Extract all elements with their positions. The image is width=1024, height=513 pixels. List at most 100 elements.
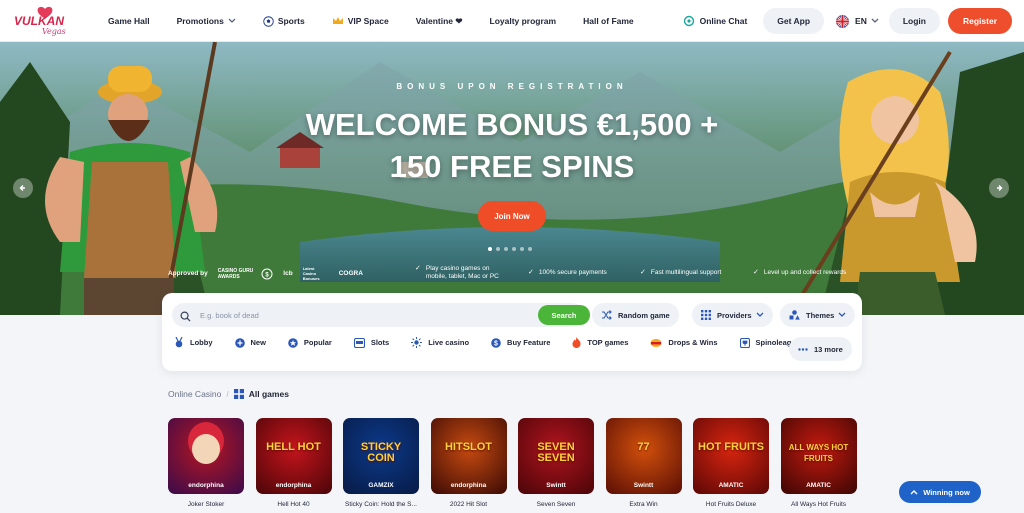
game-tile[interactable]: HITSLOT endorphina 2022 Hit Slot <box>430 418 507 508</box>
language-label: EN <box>855 16 867 26</box>
online-chat-link[interactable]: Online Chat <box>683 15 747 27</box>
providers-dropdown[interactable]: Providers <box>692 303 773 327</box>
game-provider-label: endorphina <box>188 482 224 489</box>
plus-circle-icon <box>234 337 245 348</box>
game-provider-label: GAMZIX <box>368 482 394 489</box>
casino-guru-award: CASINO GURU AWARDS <box>218 268 254 280</box>
nav-game-hall[interactable]: Game Hall <box>108 16 150 26</box>
game-title[interactable]: Joker Stoker <box>168 501 244 508</box>
carousel-dot[interactable] <box>512 247 516 251</box>
feature-rewards: ✓ Level up and collect rewards <box>753 269 846 277</box>
game-tile[interactable]: HELL HOT endorphina Hell Hot 40 <box>255 418 332 508</box>
random-game-button[interactable]: Random game <box>592 303 679 327</box>
game-tile[interactable]: STICKY COIN GAMZIX Sticky Coin: Hold the S… <box>343 418 419 508</box>
register-button[interactable]: Register <box>947 8 1012 34</box>
game-tile[interactable]: endorphina Joker Stoker <box>168 418 244 508</box>
game-thumbnail[interactable]: HELL HOT endorphina <box>255 418 332 494</box>
game-title[interactable]: Sticky Coin: Hold the S... <box>343 501 419 508</box>
category-new[interactable]: New <box>234 337 266 348</box>
category-popular[interactable]: Popular <box>288 337 332 348</box>
nav-promotions[interactable]: Promotions <box>177 16 236 26</box>
nav-label: Sports <box>277 16 305 26</box>
category-lobby[interactable]: Lobby <box>174 337 213 348</box>
arrow-right-icon <box>997 185 1003 191</box>
award-line1: CASINO GURU <box>217 267 254 274</box>
search-button[interactable]: Search <box>538 305 590 325</box>
live-icon <box>411 337 423 348</box>
feature-text: Fast multilingual support <box>650 269 722 276</box>
join-now-button[interactable]: Join Now <box>478 201 546 231</box>
breadcrumb: Online Casino / All games <box>168 389 289 399</box>
game-art-title: 77 <box>637 441 650 453</box>
game-thumbnail[interactable]: 77 Swintt <box>605 418 682 494</box>
check-icon: ✓ <box>528 269 534 276</box>
carousel-dot[interactable] <box>488 247 492 251</box>
all-games-label: All games <box>248 389 289 399</box>
lcb-badge: lcb <box>283 270 293 277</box>
game-thumbnail[interactable]: HOT FRUITS AMATIC <box>693 418 769 494</box>
hero-title-line2: 150 FREE SPINS <box>389 149 635 184</box>
chat-icon <box>683 15 695 27</box>
game-tile[interactable]: HOT FRUITS AMATIC Hot Fruits Deluxe <box>693 418 769 508</box>
game-tile[interactable]: SEVEN SEVEN Swintt Seven Seven <box>518 418 594 508</box>
category-top-games[interactable]: TOP games <box>572 337 628 348</box>
latest-casino-bonuses-badge: Latest Casino Bonuses <box>302 266 320 281</box>
more-categories-button[interactable]: 13 more <box>789 337 852 361</box>
carousel-dot[interactable] <box>528 247 532 251</box>
game-thumbnail[interactable]: ALL WAYS HOT FRUITS AMATIC <box>780 418 857 494</box>
category-drops-wins[interactable]: Drops & Wins <box>650 338 718 348</box>
game-thumbnail[interactable]: HITSLOT endorphina <box>430 418 507 494</box>
search-input[interactable] <box>200 303 500 327</box>
coin-icon: $ <box>491 337 501 348</box>
themes-dropdown[interactable]: Themes <box>780 303 856 327</box>
nav-sports[interactable]: Sports <box>263 15 305 27</box>
game-thumbnail[interactable]: STICKY COIN GAMZIX <box>343 418 419 494</box>
category-buy-feature[interactable]: $ Buy Feature <box>491 337 550 348</box>
game-tile[interactable]: 77 Swintt Extra Win <box>605 418 682 508</box>
nav-label: Promotions <box>176 16 224 26</box>
login-button[interactable]: Login <box>888 8 940 34</box>
carousel-dot[interactable] <box>496 247 500 251</box>
category-label: Lobby <box>190 338 213 347</box>
hero-subtitle: BONUS UPON REGISTRATION <box>396 82 628 91</box>
nav-hall-of-fame[interactable]: Hall of Fame <box>583 16 634 26</box>
category-slots[interactable]: Slots <box>353 337 389 348</box>
chevron-down-icon <box>756 312 764 318</box>
game-thumbnail[interactable]: endorphina <box>168 418 244 494</box>
get-app-button[interactable]: Get App <box>763 8 825 34</box>
vulkan-vegas-logo[interactable]: VULKAN Vegas <box>12 5 78 37</box>
carousel-prev-button[interactable] <box>13 178 33 198</box>
game-title[interactable]: Extra Win <box>606 501 682 508</box>
game-thumbnail[interactable]: SEVEN SEVEN Swintt <box>518 418 594 494</box>
shapes-icon <box>789 310 800 320</box>
game-title[interactable]: All Ways Hot Fruits <box>781 501 857 508</box>
game-title[interactable]: Hot Fruits Deluxe <box>693 501 769 508</box>
nav-vip-space[interactable]: VIP Space <box>332 16 389 26</box>
ecogra-badge: COGRA <box>338 270 363 277</box>
winning-now-button[interactable]: Winning now <box>899 481 981 503</box>
game-tile[interactable]: ALL WAYS HOT FRUITS AMATIC All Ways Hot Fr… <box>780 418 857 508</box>
joker-face-icon <box>192 434 220 464</box>
check-icon: ✓ <box>753 269 759 276</box>
nav-valentine[interactable]: Valentine ❤ <box>416 16 463 27</box>
language-selector[interactable]: EN <box>836 14 879 28</box>
carousel-dot[interactable] <box>504 247 508 251</box>
svg-text:$: $ <box>494 340 498 347</box>
game-title[interactable]: Seven Seven <box>518 501 594 508</box>
game-title[interactable]: Hell Hot 40 <box>256 501 332 508</box>
search-icon <box>180 309 191 327</box>
category-label: Drops & Wins <box>668 338 718 347</box>
chevron-down-icon <box>871 18 879 24</box>
category-live-casino[interactable]: Live casino <box>411 337 469 348</box>
nav-loyalty-program[interactable]: Loyalty program <box>490 16 557 26</box>
register-label: Register <box>962 16 997 26</box>
game-art-title: SEVEN SEVEN <box>537 441 575 464</box>
category-tabs: Lobby New Popular Slots Live casino $ Buy… <box>174 337 822 348</box>
carousel-next-button[interactable] <box>989 178 1009 198</box>
breadcrumb-online-casino[interactable]: Online Casino <box>168 389 221 399</box>
game-title[interactable]: 2022 Hit Slot <box>431 501 507 508</box>
uk-flag-icon <box>836 14 850 28</box>
game-provider-label: endorphina <box>275 482 312 489</box>
game-art-title: HOT FRUITS <box>698 441 764 453</box>
carousel-dot[interactable] <box>520 247 524 251</box>
